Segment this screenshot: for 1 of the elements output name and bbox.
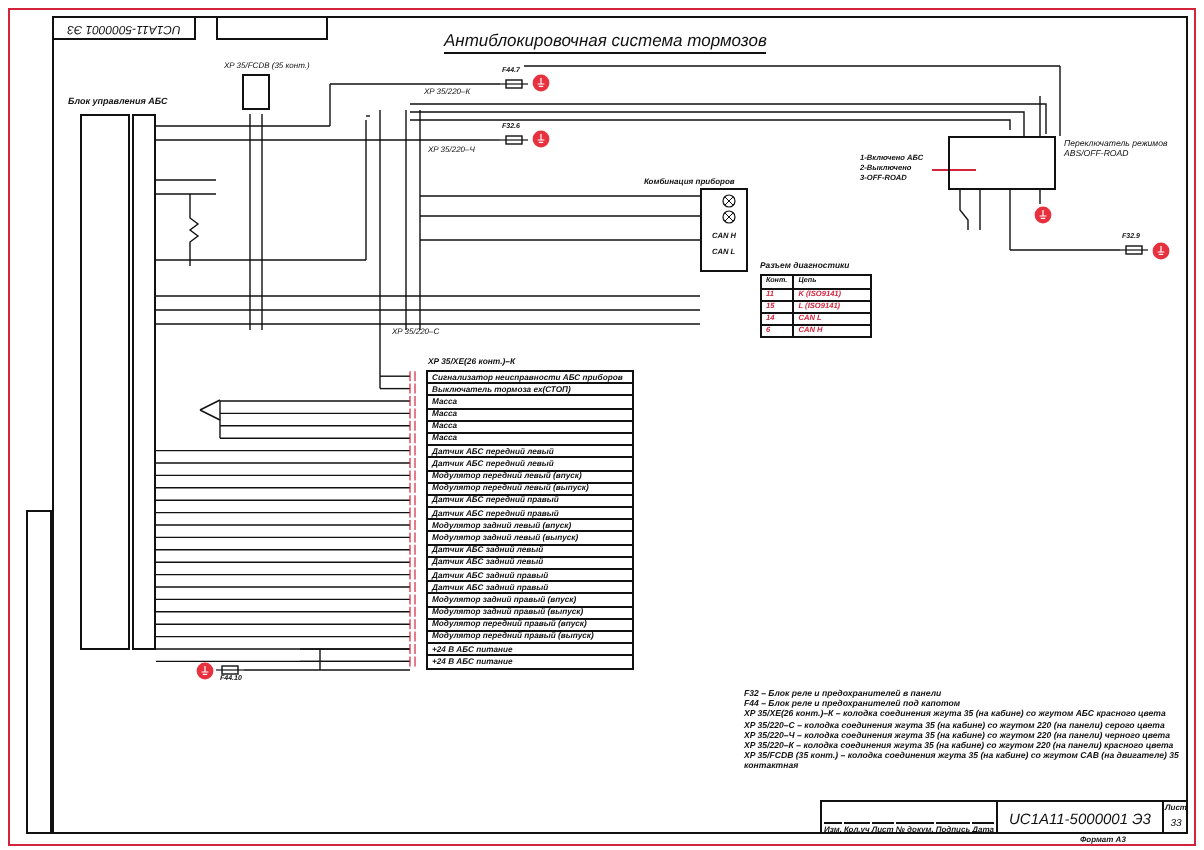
diagram-title: Антиблокировочная система тормозов <box>444 30 767 54</box>
